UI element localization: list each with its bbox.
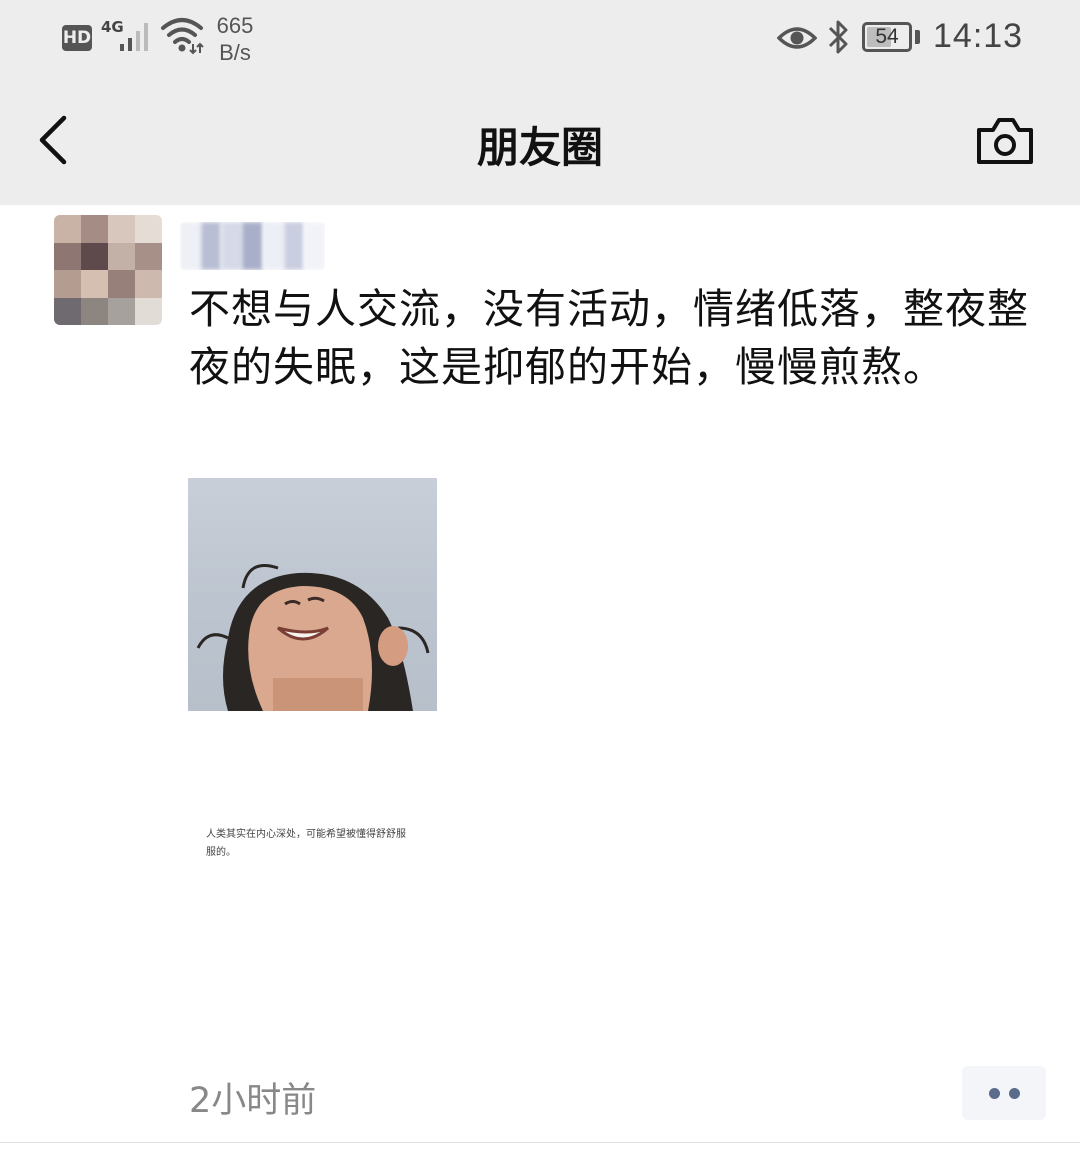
post-time: 2小时前	[189, 1081, 317, 1121]
smiling-child-photo	[196, 564, 430, 711]
caption-line-2: 服的。	[206, 847, 236, 858]
battery-icon: 54	[862, 22, 912, 52]
caption-line-1: 人类其实在内心深处，可能希望被懂得舒舒服	[206, 829, 406, 840]
divider	[0, 1142, 1080, 1143]
battery-cap	[915, 30, 920, 44]
page-title: 朋友圈	[476, 123, 603, 172]
signal-icon	[120, 23, 148, 51]
battery-level: 54	[875, 25, 899, 48]
status-bar: HD 4G 665 B/s 54 14:13	[0, 0, 1080, 80]
wifi-icon	[161, 18, 204, 55]
hd-icon: HD	[62, 25, 92, 51]
bluetooth-icon	[828, 20, 848, 54]
net-speed-unit: B/s	[219, 40, 251, 65]
image-caption: 人类其实在内心深处，可能希望被懂得舒舒服 服的。	[206, 826, 436, 862]
avatar[interactable]	[54, 215, 162, 325]
camera-button[interactable]	[975, 116, 1035, 166]
net-speed-value: 665	[216, 13, 254, 38]
more-button[interactable]	[962, 1066, 1046, 1120]
status-time: 14:13	[933, 17, 1024, 55]
camera-icon	[977, 118, 1033, 164]
post-text: 不想与人交流，没有活动，情绪低落，整夜整夜的失眠，这是抑郁的开始，慢慢煎熬。	[189, 285, 1029, 391]
net-speed: 665 B/s	[213, 12, 257, 66]
post-image[interactable]	[188, 478, 437, 711]
top-header-area: HD 4G 665 B/s 54 14:13 朋友圈	[0, 0, 1080, 205]
eye-icon	[777, 27, 817, 49]
username-blurred[interactable]	[180, 222, 325, 270]
